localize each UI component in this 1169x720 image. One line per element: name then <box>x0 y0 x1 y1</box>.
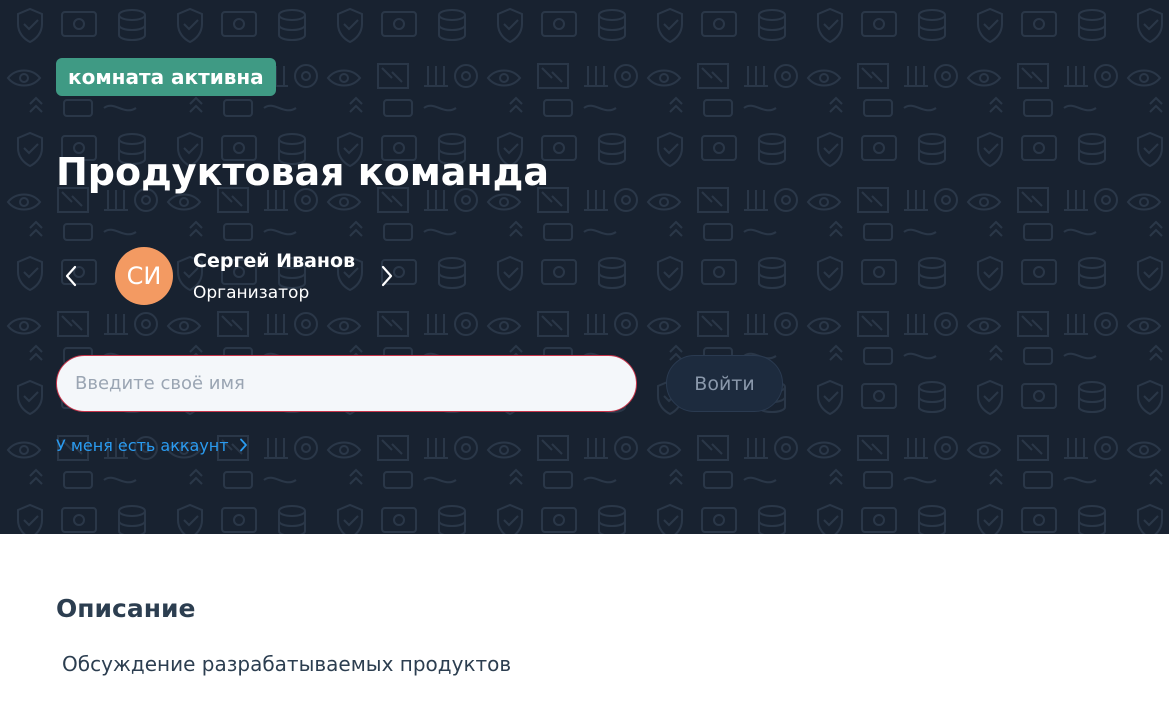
prev-organizer-button[interactable] <box>56 258 86 294</box>
room-status-badge: комната активна <box>56 58 276 96</box>
organizer-avatar: СИ <box>115 247 173 305</box>
description-title: Описание <box>56 594 196 623</box>
organizer-role: Организатор <box>193 283 310 303</box>
room-hero: комната активна Продуктовая команда СИ С… <box>0 0 1169 534</box>
chevron-left-icon <box>65 265 77 287</box>
organizer-name: Сергей Иванов <box>193 250 356 272</box>
room-title: Продуктовая команда <box>56 150 549 194</box>
have-account-link[interactable]: У меня есть аккаунт <box>56 432 248 458</box>
description-text: Обсуждение разрабатываемых продуктов <box>62 652 512 676</box>
join-button[interactable]: Войти <box>666 355 783 412</box>
next-organizer-button[interactable] <box>372 258 402 294</box>
have-account-link-label: У меня есть аккаунт <box>56 435 229 455</box>
chevron-right-icon <box>239 438 248 452</box>
name-input[interactable] <box>56 355 637 412</box>
chevron-right-icon <box>381 265 393 287</box>
